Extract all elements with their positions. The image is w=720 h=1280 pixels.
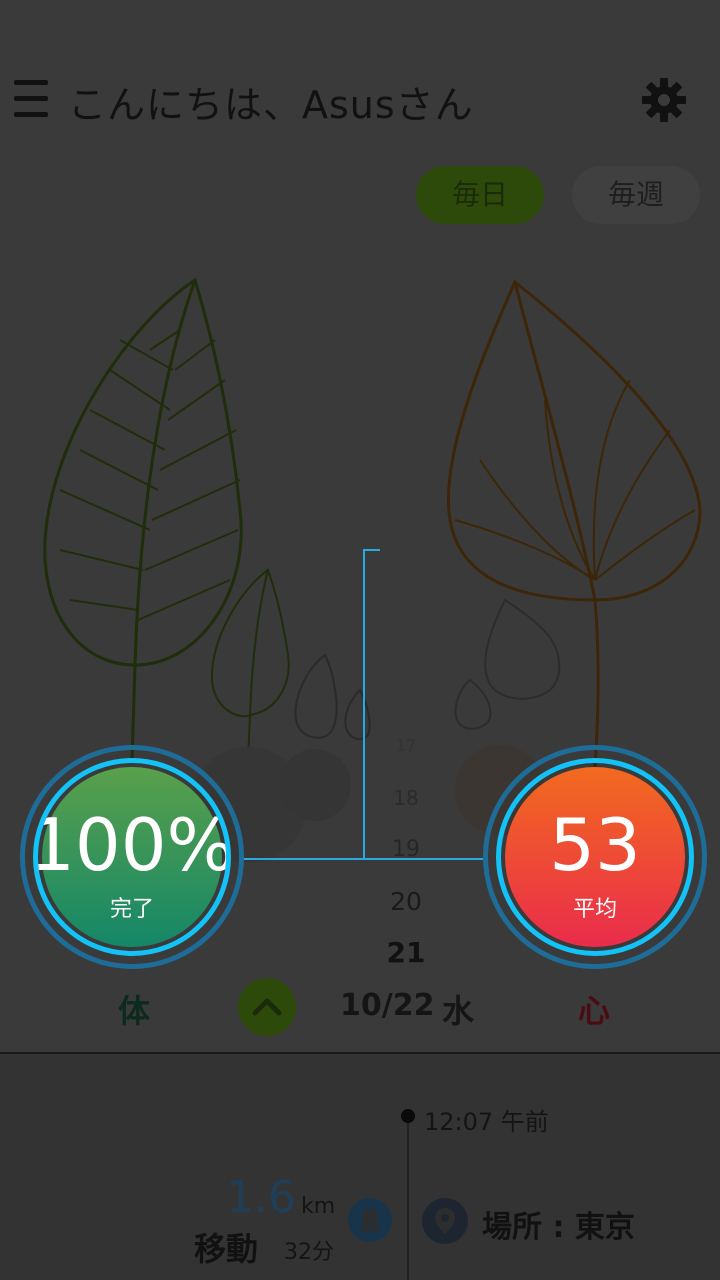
location-pin-icon [422,1198,468,1244]
chevron-up-icon [252,998,282,1016]
heart-score-label: 平均 [572,897,617,922]
body-score-circle[interactable]: 100% 完了 [20,745,244,969]
activity-time: 12:07 午前 [424,1108,549,1136]
timeline-horizontal-line [240,858,485,860]
body-score-label: 完了 [109,897,154,922]
activity-panel [0,1054,720,1280]
scroll-up-button[interactable] [238,978,296,1036]
heart-score-value: 53 [549,803,641,887]
hour-label: 20 [390,887,422,916]
greeting-title: こんにちは、Asusさん [68,83,474,127]
timeline-vertical-line [363,549,365,859]
activity-duration: 32分 [284,1240,334,1265]
hour-label: 21 [386,936,426,969]
location-text: 場所 : 東京 [482,1210,635,1245]
distance-unit: km [301,1194,336,1219]
heart-score-circle[interactable]: 53 平均 [483,745,707,969]
activity-type: 移動 [194,1230,259,1268]
menu-icon[interactable] [14,80,48,118]
timeline-dot [401,1109,415,1123]
hour-label: 19 [392,837,420,862]
activity-timeline-line [407,1116,409,1280]
hour-label: 17 [395,736,417,755]
road-icon [348,1198,392,1242]
daily-tab[interactable]: 毎日 [416,166,544,224]
heart-label: 心 [578,992,611,1030]
distance-value: 1.6 [226,1172,296,1223]
current-date: 10/22 [340,988,435,1023]
timeline-top-tick [363,549,380,551]
current-weekday: 水 [442,992,475,1030]
body-score-value: 100% [33,803,231,887]
gear-icon[interactable] [640,76,688,124]
weekly-tab[interactable]: 毎週 [572,166,700,224]
body-label: 体 [118,992,151,1030]
hour-label: 18 [393,786,419,810]
